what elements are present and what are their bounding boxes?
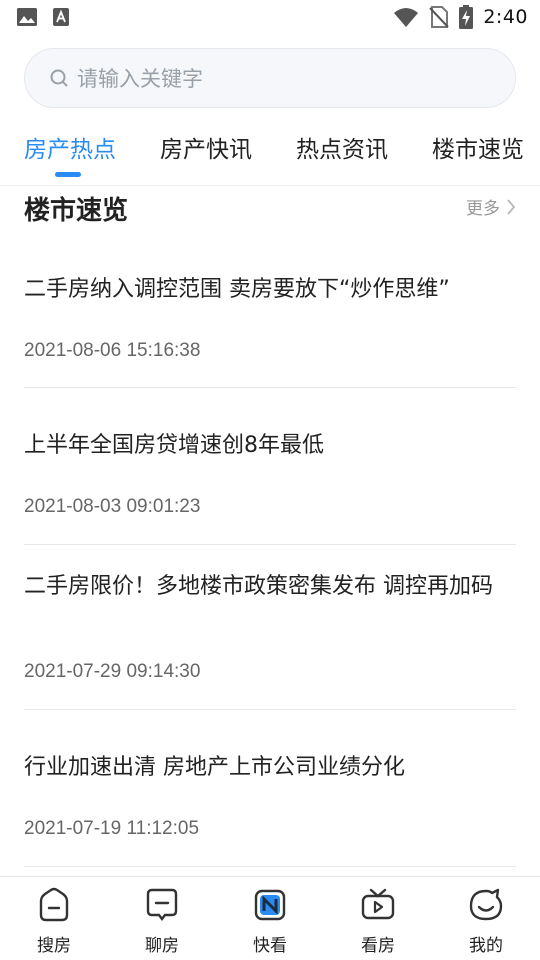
nav-label: 快看 (253, 936, 287, 956)
news-time: 2021-07-29 09:14:30 (24, 661, 201, 682)
a-badge-icon (53, 8, 69, 26)
tab-market-overview[interactable]: 楼市速览 (432, 130, 524, 164)
news-time: 2021-08-06 15:16:38 (24, 340, 201, 361)
nav-label: 我的 (469, 936, 503, 956)
news-title: 二手房限价！多地楼市政策密集发布 调控再加码 (24, 574, 493, 599)
nav-item-profile[interactable]: 我的 (446, 887, 526, 956)
nav-label: 聊房 (145, 936, 179, 956)
nav-item-quick-look[interactable]: 快看 (230, 887, 310, 956)
news-time: 2021-07-19 11:12:05 (24, 818, 200, 839)
profile-icon (469, 888, 503, 921)
news-title: 二手房纳入调控范围 卖房要放下“炒作思维” (24, 277, 450, 302)
view-house-icon (361, 888, 395, 920)
tab-house-hotspot[interactable]: 房产热点 (24, 130, 116, 164)
active-tab-indicator (55, 172, 81, 177)
search-house-icon (39, 887, 69, 922)
section-header: 楼市速览 更多 (24, 186, 516, 230)
bottom-nav: 搜房 聊房 快看 看房 我的 (0, 876, 540, 960)
nav-item-search-house[interactable]: 搜房 (14, 887, 94, 956)
nav-label: 搜房 (37, 936, 71, 956)
nav-item-chat-house[interactable]: 聊房 (122, 887, 202, 956)
no-sim-icon (429, 6, 450, 28)
tab-bar: 房产热点 房产快讯 热点资讯 楼市速览 (0, 120, 540, 186)
section-title: 楼市速览 (24, 196, 129, 226)
search-icon (50, 69, 68, 87)
status-time: 2:40 (483, 6, 528, 28)
search-placeholder: 请输入关键字 (77, 67, 203, 91)
news-item[interactable]: 行业加速出清 房地产上市公司业绩分化 2021-07-19 11:12:05 (24, 710, 516, 867)
more-link[interactable]: 更多 (466, 194, 516, 219)
status-left (16, 7, 70, 27)
news-title: 行业加速出清 房地产上市公司业绩分化 (24, 755, 405, 780)
chevron-right-icon (507, 198, 516, 215)
chat-house-icon (146, 888, 178, 921)
tab-hot-news[interactable]: 热点资讯 (296, 130, 388, 164)
news-time: 2021-08-03 09:01:23 (24, 496, 201, 517)
tab-house-news-flash[interactable]: 房产快讯 (160, 130, 252, 164)
nav-label: 看房 (361, 936, 395, 956)
image-icon (17, 8, 37, 26)
quick-look-icon (254, 889, 286, 921)
status-right: 2:40 (393, 5, 528, 29)
news-item[interactable]: 上半年全国房贷增速创8年最低 2021-08-03 09:01:23 (24, 388, 516, 545)
wifi-icon (394, 8, 419, 27)
news-title: 上半年全国房贷增速创8年最低 (24, 433, 324, 458)
nav-item-view-house[interactable]: 看房 (338, 887, 418, 956)
battery-charging-icon (459, 5, 474, 29)
status-bar: 2:40 (0, 0, 540, 36)
news-item[interactable]: 二手房纳入调控范围 卖房要放下“炒作思维” 2021-08-06 15:16:3… (24, 230, 516, 388)
search-input[interactable]: 请输入关键字 (24, 48, 516, 108)
more-label: 更多 (466, 199, 500, 219)
news-item[interactable]: 二手房限价！多地楼市政策密集发布 调控再加码 2021-07-29 09:14:… (24, 545, 516, 710)
